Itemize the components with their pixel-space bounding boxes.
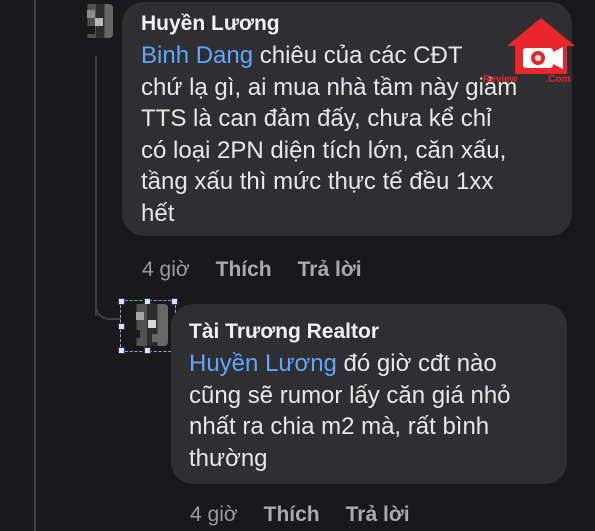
comment-meta: 4 giờ Thích Trả lời — [142, 258, 362, 282]
reply-button[interactable]: Trả lời — [346, 503, 410, 527]
comment-meta: 4 giờ Thích Trả lời — [190, 503, 410, 527]
thread-line — [34, 0, 36, 531]
watermark-logo: Review .Com — [483, 14, 581, 86]
reply-button[interactable]: Trả lời — [298, 258, 362, 282]
comment-author[interactable]: Tài Trương Realtor — [189, 320, 379, 344]
comment-author[interactable]: Huyền Lương — [141, 12, 280, 36]
like-button[interactable]: Thích — [264, 503, 320, 527]
avatar[interactable] — [126, 304, 168, 346]
like-button[interactable]: Thích — [216, 258, 272, 282]
mention-link[interactable]: Huyền Lương — [189, 350, 337, 377]
comment-text: Huyền Lương đó giờ cđt nào cũng sẽ rumor… — [189, 350, 511, 472]
comment-time[interactable]: 4 giờ — [142, 258, 190, 282]
comment-time[interactable]: 4 giờ — [190, 503, 238, 527]
thread-line — [95, 56, 97, 316]
avatar[interactable] — [79, 4, 113, 38]
comment-text: Binh Dang chiêu của các CĐT chứ lạ gì, a… — [141, 42, 518, 227]
mention-link[interactable]: Binh Dang — [141, 42, 253, 69]
watermark-suffix: .Com — [545, 74, 571, 85]
watermark-text: Review — [483, 74, 518, 85]
